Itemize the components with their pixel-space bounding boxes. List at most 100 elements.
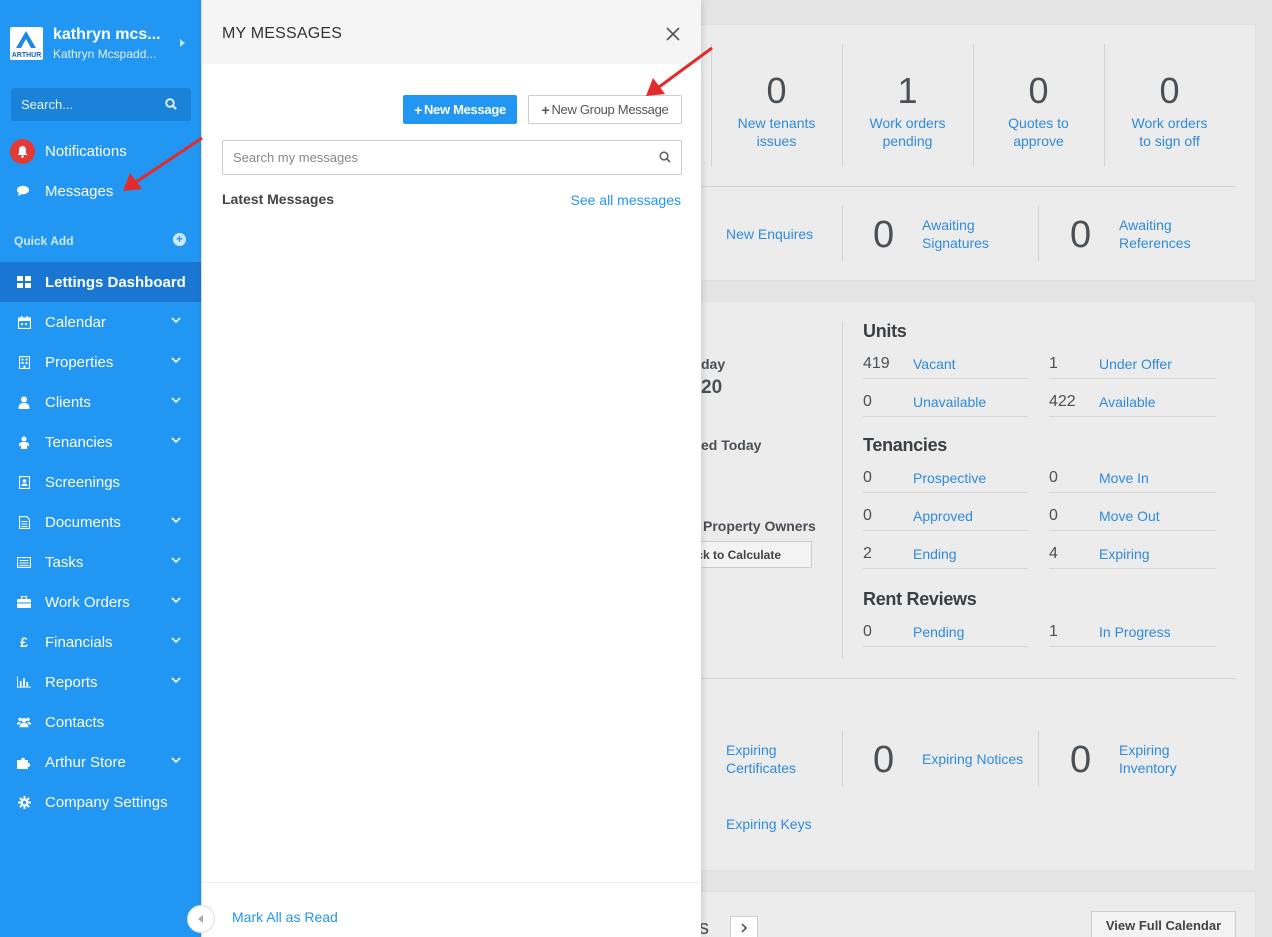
stat-work-orders-pending[interactable]: 1 Work orders pending <box>847 70 968 150</box>
sidebar-item-work-orders[interactable]: Work Orders <box>0 582 201 622</box>
sidebar-item-screenings[interactable]: Screenings <box>0 462 201 502</box>
units-unavailable-link[interactable]: Unavailable <box>913 394 986 410</box>
sidebar-item-label: Documents <box>45 513 121 531</box>
search-icon <box>165 98 177 110</box>
view-full-calendar-button[interactable]: View Full Calendar <box>1091 911 1236 937</box>
units-available-link[interactable]: Available <box>1099 394 1156 410</box>
logo-mark-icon <box>16 31 36 48</box>
stat-value: 0 <box>766 70 787 111</box>
sidebar-item-label: Reports <box>45 673 98 691</box>
sidebar-search-input[interactable]: Search... <box>11 88 191 121</box>
close-icon[interactable] <box>666 27 680 41</box>
logo-text: ARTHUR <box>11 52 42 59</box>
expiring-keys-link[interactable]: Expiring Keys <box>726 815 812 833</box>
tenancies-expiring-link[interactable]: Expiring <box>1099 546 1150 562</box>
mark-all-read-link[interactable]: Mark All as Read <box>232 909 338 925</box>
expiring-notices-link[interactable]: Expiring Notices <box>922 750 1023 768</box>
sidebar-item-contacts[interactable]: Contacts <box>0 702 201 742</box>
search-placeholder: Search... <box>21 97 74 112</box>
sidebar-item-label: Financials <box>45 633 113 651</box>
stat-new-tenant-issues[interactable]: 0 New tenants issues <box>716 70 837 150</box>
search-icon <box>659 151 671 163</box>
caret-left-icon <box>198 915 203 923</box>
dashboard-icon <box>17 275 31 289</box>
new-enquires-link[interactable]: New Enquires <box>726 225 813 243</box>
sidebar-item-documents[interactable]: Documents <box>0 502 201 542</box>
units-under-offer-link[interactable]: Under Offer <box>1099 356 1172 372</box>
sidebar-item-tasks[interactable]: Tasks <box>0 542 201 582</box>
awaiting-signatures-link[interactable]: Awaiting Signatures <box>922 216 989 252</box>
sidebar-item-financials[interactable]: £ Financials <box>0 622 201 662</box>
expiring-inventory-count: 0 <box>1070 739 1092 781</box>
caret-right-icon <box>180 39 185 47</box>
amount-fragment: 20 <box>701 377 723 398</box>
sidebar-item-lettings-dashboard[interactable]: Lettings Dashboard <box>0 262 201 302</box>
users-icon <box>17 715 31 729</box>
rent-reviews-count: 1 <box>1049 623 1058 640</box>
stat-label: to sign off <box>1139 133 1200 149</box>
sidebar-item-label: Screenings <box>45 473 121 491</box>
plus-circle-icon: + <box>173 233 186 246</box>
property-owners-fragment: Property Owners <box>703 518 816 534</box>
sidebar-item-label: Tasks <box>45 553 84 571</box>
sidebar-item-properties[interactable]: Properties <box>0 342 201 382</box>
sidebar-item-calendar[interactable]: Calendar <box>0 302 201 342</box>
chevron-down-icon <box>171 637 181 644</box>
plus-icon: + <box>414 101 422 118</box>
chevron-down-icon <box>171 397 181 404</box>
tenancies-count: 0 <box>1049 469 1058 486</box>
awaiting-signatures-count: 0 <box>873 214 895 256</box>
new-message-button[interactable]: + New Message <box>403 95 517 124</box>
rent-reviews-in-progress-link[interactable]: In Progress <box>1099 624 1171 640</box>
tenancies-ending-link[interactable]: Ending <box>913 546 957 562</box>
building-icon <box>17 355 31 369</box>
quick-add-label: Quick Add <box>14 234 74 248</box>
sidebar-item-label: Work Orders <box>45 593 130 611</box>
arthur-logo: ARTHUR <box>10 27 43 60</box>
latest-messages-heading: Latest Messages <box>222 191 335 207</box>
new-message-label: New Message <box>423 102 506 117</box>
stat-value: 0 <box>1028 70 1049 111</box>
sidebar-item-reports[interactable]: Reports <box>0 662 201 702</box>
message-search-input[interactable] <box>223 141 643 174</box>
sidebar-item-tenancies[interactable]: Tenancies <box>0 422 201 462</box>
messages-link[interactable]: Messages <box>10 177 195 205</box>
tenancies-approved-link[interactable]: Approved <box>913 508 973 524</box>
units-count: 1 <box>1049 355 1058 372</box>
quick-add[interactable]: Quick Add + <box>14 233 186 248</box>
stat-work-orders-sign-off[interactable]: 0 Work orders to sign off <box>1109 70 1230 150</box>
expiring-inventory-link[interactable]: Expiring Inventory <box>1119 741 1177 777</box>
next-button[interactable] <box>730 916 758 937</box>
new-group-message-button[interactable]: + New Group Message <box>528 95 682 124</box>
see-all-messages-link[interactable]: See all messages <box>570 192 681 208</box>
sidebar-item-clients[interactable]: Clients <box>0 382 201 422</box>
plus-icon: + <box>541 101 550 118</box>
stat-value: 0 <box>1159 70 1180 111</box>
sidebar-item-arthur-store[interactable]: Arthur Store <box>0 742 201 782</box>
notifications-link[interactable]: Notifications <box>10 137 195 165</box>
awaiting-references-link[interactable]: Awaiting References <box>1119 216 1191 252</box>
tenancies-move-in-link[interactable]: Move In <box>1099 470 1149 486</box>
expiring-certificates-link[interactable]: Expiring Certificates <box>726 741 796 777</box>
profile-subtitle: Kathryn Mcspadd... <box>53 47 157 61</box>
stat-label: Work orders <box>869 115 946 131</box>
stat-label: pending <box>882 133 933 149</box>
link-line: Expiring <box>726 742 777 758</box>
chevron-down-icon <box>171 517 181 524</box>
units-vacant-link[interactable]: Vacant <box>913 356 956 372</box>
calendar-icon <box>17 315 31 329</box>
sidebar-item-company-settings[interactable]: Company Settings <box>0 782 201 822</box>
tenancies-count: 0 <box>1049 507 1058 524</box>
messages-label: Messages <box>45 182 114 200</box>
chevron-down-icon <box>171 677 181 684</box>
tenancies-move-out-link[interactable]: Move Out <box>1099 508 1160 524</box>
sidebar-item-label: Clients <box>45 393 91 411</box>
rent-reviews-pending-link[interactable]: Pending <box>913 624 964 640</box>
calculate-button[interactable]: ck to Calculate <box>688 541 812 568</box>
tenancies-prospective-link[interactable]: Prospective <box>913 470 986 486</box>
sidebar-item-label: Tenancies <box>45 433 113 451</box>
collapse-sidebar-button[interactable] <box>187 905 215 933</box>
chevron-down-icon <box>171 757 181 764</box>
stat-quotes-to-approve[interactable]: 0 Quotes to approve <box>978 70 1099 150</box>
profile-menu[interactable]: ARTHUR kathryn mcs... Kathryn Mcspadd... <box>10 24 195 64</box>
